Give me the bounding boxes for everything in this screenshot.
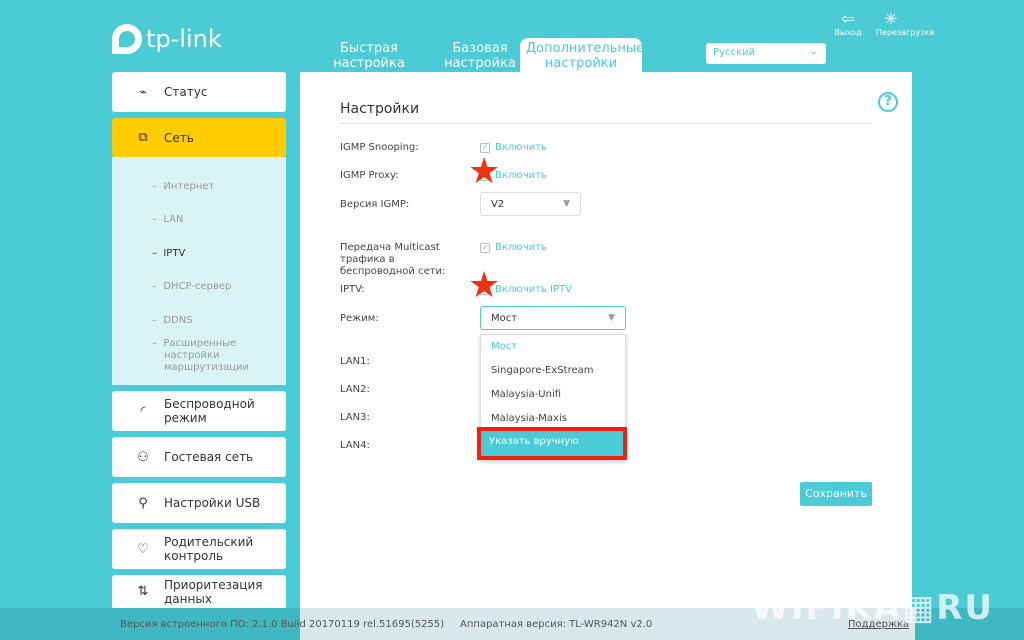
star-marker-icon: ★ [468, 265, 501, 306]
watermark-logo: WIFIKA▦RU [751, 588, 994, 628]
submenu-lan[interactable]: – LAN [152, 214, 183, 226]
lan1-label: LAN1: [340, 356, 370, 367]
usb-icon: ⚲ [138, 495, 148, 511]
select-value: V2 [491, 198, 505, 210]
mode-option-unifi[interactable]: Malaysia-Unifi [491, 389, 561, 400]
igmp-proxy-label: IGMP Proxy: [340, 170, 399, 181]
triangle-down-icon: ▼ [608, 313, 615, 323]
network-icon: ⧉ [138, 130, 148, 145]
mode-option-bridge[interactable]: Мост [491, 341, 517, 352]
checkbox-label: Включить IPTV [495, 284, 572, 295]
sort-icon: ⇅ [137, 584, 149, 599]
sidebar-label: Настройки USB [164, 496, 261, 510]
triangle-down-icon: ▼ [563, 199, 570, 209]
sidebar-label: Сеть [164, 130, 194, 145]
network-submenu: – Интернет – LAN – IPTV – DHCP-сервер – … [112, 157, 286, 385]
logout-icon: ⇦ [841, 9, 855, 28]
tab-advanced[interactable]: Дополнительные настройки [520, 38, 644, 72]
checkbox-label: Включить [495, 142, 547, 153]
logout-button[interactable]: ⇦ Выход [833, 9, 863, 38]
wifi-icon: ◜ [140, 403, 146, 419]
logout-label: Выход [834, 28, 862, 37]
mode-option-singapore[interactable]: Singapore-ExStream [491, 365, 593, 376]
lan3-label: LAN3: [340, 412, 370, 423]
mode-select[interactable]: Мост ▼ [480, 306, 626, 330]
divider [340, 123, 872, 124]
section-title: Настройки [340, 101, 420, 117]
sidebar-item-guest[interactable]: ⚇ Гостевая сеть [112, 437, 286, 477]
lan2-label: LAN2: [340, 384, 370, 395]
star-marker-icon: ★ [468, 151, 501, 192]
firmware-version: Версия встроенного ПО: 2.1.0 Build 20170… [120, 619, 445, 630]
iptv-label: IPTV: [340, 284, 365, 295]
pulse-icon: ⌁ [139, 84, 147, 100]
multicast-label: Передача Multicast трафика в беспроводно… [340, 242, 446, 277]
sidebar-label: Приоритезация данных [164, 577, 263, 606]
mode-option-manual[interactable]: Указать вручную [477, 427, 627, 460]
hardware-version: Аппаратная версия: TL-WR942N v2.0 [460, 619, 653, 630]
sidebar-item-qos[interactable]: ⇅ Приоритезация данных [112, 575, 286, 608]
select-value: Мост [491, 312, 518, 324]
lan4-label: LAN4: [340, 440, 370, 451]
sidebar-item-parental[interactable]: ♡ Родительский контроль [112, 529, 286, 569]
reboot-icon: ✳ [884, 9, 898, 28]
sidebar-label: Родительский контроль [164, 535, 254, 563]
igmp-version-label: Версия IGMP: [340, 199, 410, 210]
language-value: Русский [713, 47, 755, 58]
submenu-ddns[interactable]: – DDNS [152, 315, 193, 327]
mode-label: Режим: [340, 313, 379, 324]
checkbox-label: Включить [495, 242, 547, 253]
guests-icon: ⚇ [137, 449, 149, 465]
heart-icon: ♡ [137, 541, 149, 557]
logo-text: tp-link [146, 25, 222, 53]
sidebar-item-network[interactable]: ⧉ Сеть [112, 118, 286, 157]
submenu-routing[interactable]: – Расширенные настройки маршрутизации [152, 338, 252, 374]
tab-quick-setup[interactable]: Быстрая настройка [314, 38, 424, 74]
chevron-down-icon: ⌄ [809, 46, 818, 57]
submenu-iptv[interactable]: – IPTV [152, 248, 185, 260]
save-button[interactable]: Сохранить [800, 482, 872, 506]
sidebar-item-usb[interactable]: ⚲ Настройки USB [112, 483, 286, 523]
mode-option-maxis[interactable]: Malaysia-Maxis [491, 413, 567, 424]
help-icon[interactable]: ? [878, 92, 898, 112]
multicast-checkbox[interactable]: ✓ Включить [480, 242, 547, 253]
sidebar-label: Статус [164, 85, 208, 99]
sidebar-label: Беспроводной режим [164, 397, 255, 425]
main-panel: Настройки ? IGMP Snooping: ✓ Включить IGM… [300, 72, 912, 608]
submenu-internet[interactable]: – Интернет [152, 181, 214, 193]
igmp-version-select[interactable]: V2 ▼ [480, 192, 581, 216]
reboot-label: Перезагрузка [876, 28, 935, 37]
reboot-button[interactable]: ✳ Перезагрузка [876, 9, 935, 38]
checkbox-checked-icon: ✓ [480, 242, 490, 253]
sidebar-item-wireless[interactable]: ◜ Беспроводной режим [112, 391, 286, 431]
tab-basic[interactable]: Базовая настройка [425, 38, 535, 74]
sidebar-label: Гостевая сеть [164, 450, 254, 464]
language-select[interactable]: Русский ⌄ [706, 43, 826, 64]
tp-link-logo: tp-link [112, 24, 222, 54]
checkbox-label: Включить [495, 170, 547, 181]
igmp-snooping-label: IGMP Snooping: [340, 142, 419, 153]
sidebar-item-status[interactable]: ⌁ Статус [112, 72, 286, 112]
submenu-dhcp[interactable]: – DHCP-сервер [152, 281, 231, 293]
